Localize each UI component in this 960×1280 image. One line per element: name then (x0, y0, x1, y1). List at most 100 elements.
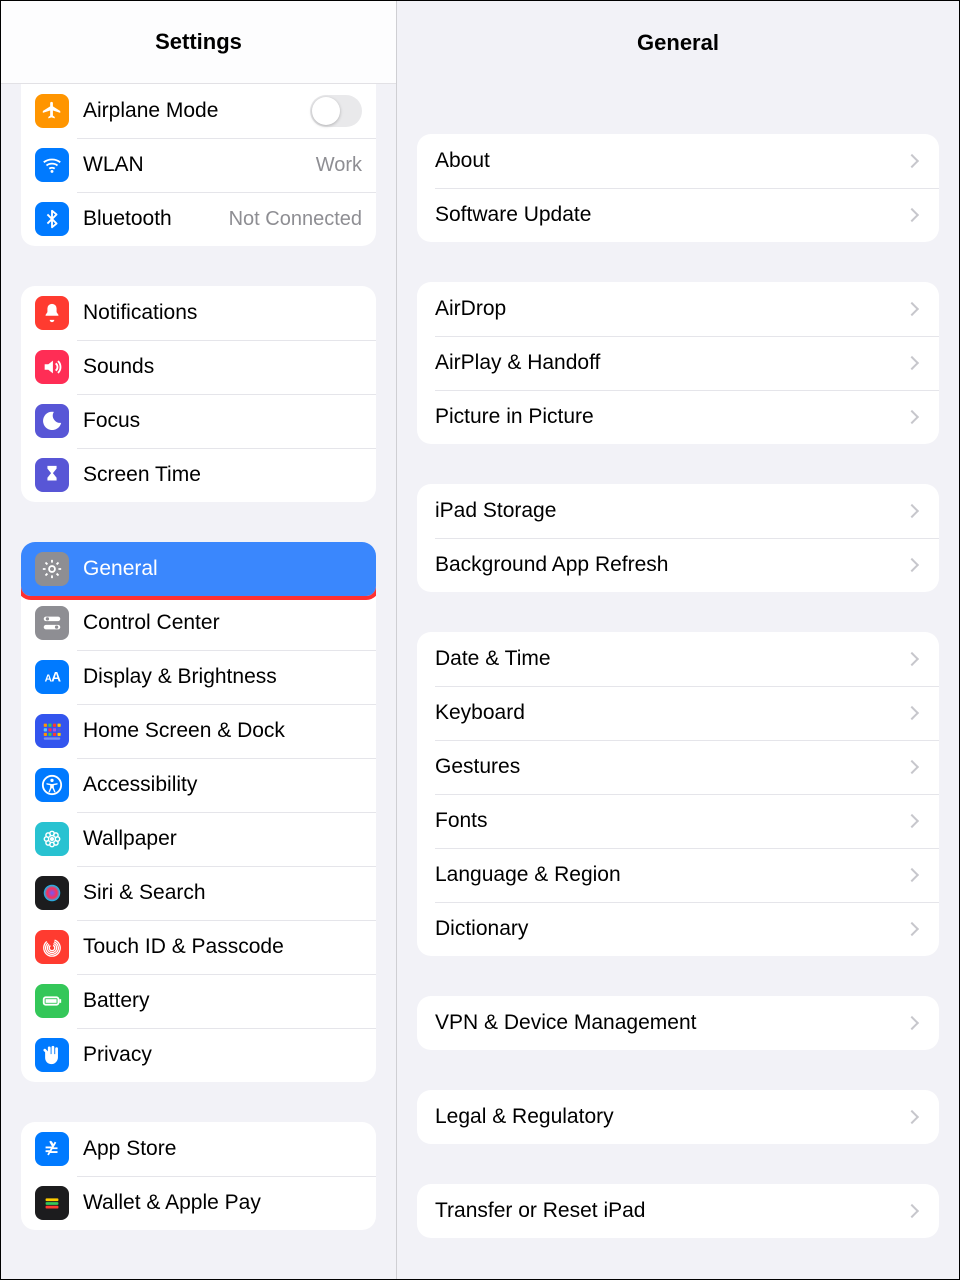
sidebar-item-label: General (83, 557, 362, 581)
sidebar-item-label: Touch ID & Passcode (83, 935, 362, 959)
chevron-right-icon (905, 760, 919, 774)
sidebar-item-label: Siri & Search (83, 881, 362, 905)
chevron-right-icon (905, 1204, 919, 1218)
sidebar-item-value: Work (316, 154, 362, 177)
main-title: General (637, 30, 719, 56)
sidebar-item-notifications[interactable]: Notifications (21, 286, 376, 340)
detail-item-label: Language & Region (435, 863, 907, 887)
detail-item-label: Gestures (435, 755, 907, 779)
sidebar-item-focus[interactable]: Focus (21, 394, 376, 448)
detail-item-dictionary[interactable]: Dictionary (417, 902, 939, 956)
moon-icon (35, 404, 69, 438)
sidebar-item-label: Wallpaper (83, 827, 362, 851)
detail-item-vpn-device-management[interactable]: VPN & Device Management (417, 996, 939, 1050)
detail-item-transfer-or-reset-ipad[interactable]: Transfer or Reset iPad (417, 1184, 939, 1238)
sidebar-scroll[interactable]: Airplane ModeWLANWorkBluetoothNot Connec… (1, 84, 396, 1279)
chevron-right-icon (905, 154, 919, 168)
gear-icon (35, 552, 69, 586)
grid-icon (35, 714, 69, 748)
detail-item-fonts[interactable]: Fonts (417, 794, 939, 848)
sidebar-item-label: Notifications (83, 301, 362, 325)
detail-item-label: Background App Refresh (435, 553, 907, 577)
detail-item-label: Legal & Regulatory (435, 1105, 907, 1129)
sidebar-item-label: Battery (83, 989, 362, 1013)
chevron-right-icon (905, 208, 919, 222)
sidebar-item-screen-time[interactable]: Screen Time (21, 448, 376, 502)
sidebar: Settings Airplane ModeWLANWorkBluetoothN… (1, 1, 397, 1279)
bluetooth-icon (35, 202, 69, 236)
detail-item-airplay-handoff[interactable]: AirPlay & Handoff (417, 336, 939, 390)
detail-item-picture-in-picture[interactable]: Picture in Picture (417, 390, 939, 444)
sidebar-item-label: Privacy (83, 1043, 362, 1067)
detail-item-background-app-refresh[interactable]: Background App Refresh (417, 538, 939, 592)
sidebar-group-store: App Store Wallet & Apple Pay (21, 1122, 376, 1230)
sidebar-item-wlan[interactable]: WLANWork (21, 138, 376, 192)
detail-group-3: Date & Time Keyboard Gestures Fonts Language… (417, 632, 939, 956)
sidebar-item-wallet-apple-pay[interactable]: Wallet & Apple Pay (21, 1176, 376, 1230)
settings-app: Settings Airplane ModeWLANWorkBluetoothN… (0, 0, 960, 1280)
sidebar-item-display-brightness[interactable]: AADisplay & Brightness (21, 650, 376, 704)
sidebar-title: Settings (155, 29, 242, 55)
detail-group-6: Transfer or Reset iPad (417, 1184, 939, 1238)
sidebar-item-label: Home Screen & Dock (83, 719, 362, 743)
hourglass-icon (35, 458, 69, 492)
detail-item-label: AirDrop (435, 297, 907, 321)
detail-item-legal-regulatory[interactable]: Legal & Regulatory (417, 1090, 939, 1144)
sidebar-item-value: Not Connected (229, 208, 362, 231)
detail-group-1: AirDrop AirPlay & Handoff Picture in Pictu… (417, 282, 939, 444)
sidebar-item-label: Display & Brightness (83, 665, 362, 689)
detail-item-label: Date & Time (435, 647, 907, 671)
sidebar-item-app-store[interactable]: App Store (21, 1122, 376, 1176)
sidebar-item-airplane-mode[interactable]: Airplane Mode (21, 84, 376, 138)
toggle-airplane-mode[interactable] (310, 95, 362, 127)
detail-item-airdrop[interactable]: AirDrop (417, 282, 939, 336)
detail-group-4: VPN & Device Management (417, 996, 939, 1050)
detail-item-label: Dictionary (435, 917, 907, 941)
detail-item-label: AirPlay & Handoff (435, 351, 907, 375)
main-scroll[interactable]: About Software Update AirDrop AirPlay & Han… (397, 84, 959, 1279)
chevron-right-icon (905, 706, 919, 720)
main-pane: General About Software Update AirDrop AirPl… (397, 1, 959, 1279)
sidebar-group-device: GeneralControl CenterAADisplay & Brightn… (21, 542, 376, 1082)
sidebar-item-bluetooth[interactable]: BluetoothNot Connected (21, 192, 376, 246)
detail-item-label: Transfer or Reset iPad (435, 1199, 907, 1223)
detail-item-ipad-storage[interactable]: iPad Storage (417, 484, 939, 538)
chevron-right-icon (905, 652, 919, 666)
detail-item-language-region[interactable]: Language & Region (417, 848, 939, 902)
detail-group-5: Legal & Regulatory (417, 1090, 939, 1144)
fingerprint-icon (35, 930, 69, 964)
detail-item-about[interactable]: About (417, 134, 939, 188)
accessibility-icon (35, 768, 69, 802)
detail-item-date-time[interactable]: Date & Time (417, 632, 939, 686)
chevron-right-icon (905, 558, 919, 572)
sidebar-item-general[interactable]: General (21, 542, 376, 596)
sidebar-item-privacy[interactable]: Privacy (21, 1028, 376, 1082)
siri-icon (35, 876, 69, 910)
sidebar-item-label: Sounds (83, 355, 362, 379)
sidebar-header: Settings (1, 1, 396, 84)
wifi-icon (35, 148, 69, 182)
detail-item-software-update[interactable]: Software Update (417, 188, 939, 242)
detail-group-2: iPad Storage Background App Refresh (417, 484, 939, 592)
detail-item-label: Software Update (435, 203, 907, 227)
sidebar-item-siri-search[interactable]: Siri & Search (21, 866, 376, 920)
sidebar-item-touch-id-passcode[interactable]: Touch ID & Passcode (21, 920, 376, 974)
detail-item-keyboard[interactable]: Keyboard (417, 686, 939, 740)
main-header: General (397, 1, 959, 84)
detail-item-gestures[interactable]: Gestures (417, 740, 939, 794)
sidebar-item-label: Wallet & Apple Pay (83, 1191, 362, 1215)
svg-text:A: A (51, 670, 61, 685)
sidebar-item-control-center[interactable]: Control Center (21, 596, 376, 650)
chevron-right-icon (905, 814, 919, 828)
sidebar-item-home-screen-dock[interactable]: Home Screen & Dock (21, 704, 376, 758)
airplane-icon (35, 94, 69, 128)
sidebar-item-accessibility[interactable]: Accessibility (21, 758, 376, 812)
detail-item-label: About (435, 149, 907, 173)
sidebar-item-label: Bluetooth (83, 207, 229, 231)
chevron-right-icon (905, 1016, 919, 1030)
sidebar-item-sounds[interactable]: Sounds (21, 340, 376, 394)
sidebar-group-notifications: Notifications Sounds FocusScreen Time (21, 286, 376, 502)
sidebar-item-wallpaper[interactable]: Wallpaper (21, 812, 376, 866)
sidebar-item-battery[interactable]: Battery (21, 974, 376, 1028)
detail-group-0: About Software Update (417, 134, 939, 242)
